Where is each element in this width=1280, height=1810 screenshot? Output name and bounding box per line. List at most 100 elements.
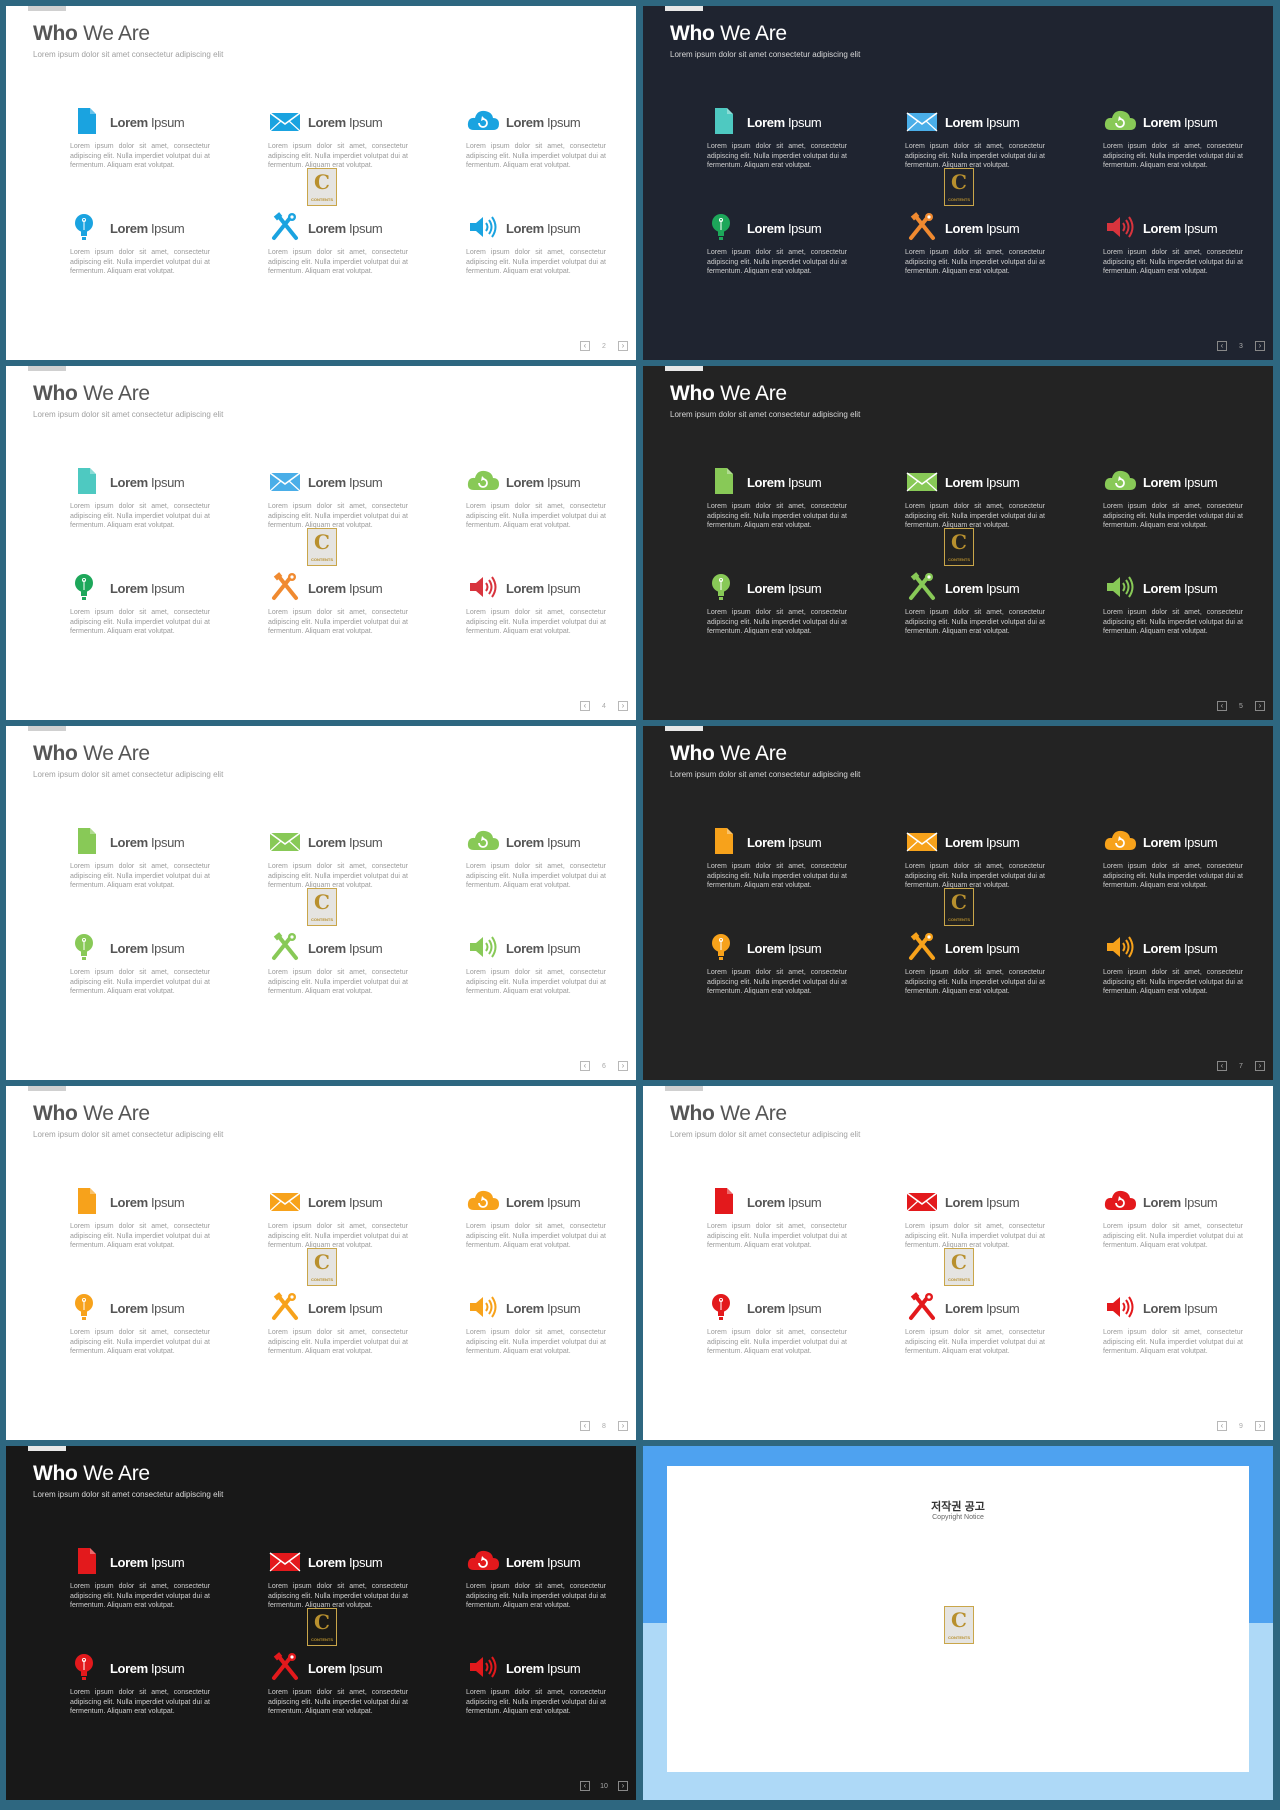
feature-item: Lorem Ipsum Lorem ipsum dolor sit amet, … (268, 1546, 418, 1636)
slide-pager: ‹ 3 › (1217, 340, 1265, 352)
feature-label: Lorem Ipsum (506, 1301, 581, 1316)
prev-page-button[interactable]: ‹ (580, 701, 590, 711)
lightbulb-icon (70, 1292, 104, 1322)
feature-label: Lorem Ipsum (506, 1661, 581, 1676)
slide-title: Who We Are (33, 382, 150, 405)
feature-label: Lorem Ipsum (945, 1301, 1020, 1316)
slide-2[interactable]: Who We Are Lorem ipsum dolor sit amet con… (6, 6, 636, 360)
next-page-button[interactable]: › (1255, 1421, 1265, 1431)
next-page-button[interactable]: › (1255, 1061, 1265, 1071)
feature-label: Lorem Ipsum (308, 115, 383, 130)
feature-label: Lorem Ipsum (506, 475, 581, 490)
lightbulb-icon (707, 212, 741, 242)
speaker-icon (466, 572, 500, 602)
slide-subtitle: Lorem ipsum dolor sit amet consectetur a… (670, 50, 861, 59)
feature-label: Lorem Ipsum (110, 835, 185, 850)
slide-subtitle: Lorem ipsum dolor sit amet consectetur a… (33, 770, 224, 779)
slide-4[interactable]: Who We Are Lorem ipsum dolor sit amet con… (6, 366, 636, 720)
prev-page-button[interactable]: ‹ (1217, 701, 1227, 711)
cloud-refresh-icon (1103, 826, 1137, 856)
copyright-title: 저작권 공고 (931, 1501, 985, 1513)
cloud-refresh-icon (466, 1186, 500, 1216)
prev-page-button[interactable]: ‹ (580, 341, 590, 351)
document-icon (70, 1546, 104, 1576)
watermark-logo: C CONTENTS (944, 1606, 974, 1644)
speaker-icon (466, 212, 500, 242)
feature-label: Lorem Ipsum (506, 221, 581, 236)
feature-label: Lorem Ipsum (506, 581, 581, 596)
page-number: 8 (602, 1422, 606, 1430)
prev-page-button[interactable]: ‹ (580, 1781, 590, 1791)
cloud-refresh-icon (466, 466, 500, 496)
feature-item: Lorem Ipsum Lorem ipsum dolor sit amet, … (905, 212, 1055, 302)
feature-label: Lorem Ipsum (945, 115, 1020, 130)
feature-label: Lorem Ipsum (110, 475, 185, 490)
feature-label: Lorem Ipsum (945, 941, 1020, 956)
slide-subtitle: Lorem ipsum dolor sit amet consectetur a… (33, 1490, 224, 1499)
page-number: 5 (1239, 702, 1243, 710)
slide-10[interactable]: Who We Are Lorem ipsum dolor sit amet con… (6, 1446, 636, 1800)
feature-label: Lorem Ipsum (110, 941, 185, 956)
feature-label: Lorem Ipsum (945, 835, 1020, 850)
slide-title: Who We Are (33, 1462, 150, 1485)
document-icon (70, 106, 104, 136)
feature-label: Lorem Ipsum (1143, 221, 1218, 236)
feature-item: Lorem Ipsum Lorem ipsum dolor sit amet, … (905, 826, 1055, 916)
next-page-button[interactable]: › (1255, 701, 1265, 711)
slide-7[interactable]: Who We Are Lorem ipsum dolor sit amet con… (643, 726, 1273, 1080)
feature-item: Lorem Ipsum Lorem ipsum dolor sit amet, … (268, 932, 418, 1022)
feature-description: Lorem ipsum dolor sit amet, consectetur … (466, 609, 606, 635)
feature-description: Lorem ipsum dolor sit amet, consectetur … (466, 863, 606, 889)
feature-item: Lorem Ipsum Lorem ipsum dolor sit amet, … (1103, 212, 1253, 302)
next-page-button[interactable]: › (618, 1061, 628, 1071)
feature-description: Lorem ipsum dolor sit amet, consectetur … (466, 1583, 606, 1609)
slide-5[interactable]: Who We Are Lorem ipsum dolor sit amet con… (643, 366, 1273, 720)
next-page-button[interactable]: › (1255, 341, 1265, 351)
speaker-icon (1103, 932, 1137, 962)
feature-description: Lorem ipsum dolor sit amet, consectetur … (1103, 863, 1243, 889)
slide-9[interactable]: Who We Are Lorem ipsum dolor sit amet con… (643, 1086, 1273, 1440)
feature-description: Lorem ipsum dolor sit amet, consectetur … (905, 503, 1045, 529)
slide-8[interactable]: Who We Are Lorem ipsum dolor sit amet con… (6, 1086, 636, 1440)
document-icon (70, 826, 104, 856)
prev-page-button[interactable]: ‹ (580, 1421, 590, 1431)
feature-item: Lorem Ipsum Lorem ipsum dolor sit amet, … (905, 466, 1055, 556)
next-page-button[interactable]: › (618, 701, 628, 711)
feature-item: Lorem Ipsum Lorem ipsum dolor sit amet, … (707, 1186, 857, 1276)
feature-item: Lorem Ipsum Lorem ipsum dolor sit amet, … (707, 106, 857, 196)
page-number: 9 (1239, 1422, 1243, 1430)
feature-item: Lorem Ipsum Lorem ipsum dolor sit amet, … (707, 572, 857, 662)
feature-description: Lorem ipsum dolor sit amet, consectetur … (905, 1329, 1045, 1355)
feature-item: Lorem Ipsum Lorem ipsum dolor sit amet, … (70, 826, 220, 916)
slide-3[interactable]: Who We Are Lorem ipsum dolor sit amet con… (643, 6, 1273, 360)
feature-label: Lorem Ipsum (747, 941, 822, 956)
feature-item: Lorem Ipsum Lorem ipsum dolor sit amet, … (466, 466, 616, 556)
lightbulb-icon (70, 572, 104, 602)
feature-description: Lorem ipsum dolor sit amet, consectetur … (707, 503, 847, 529)
feature-label: Lorem Ipsum (1143, 1195, 1218, 1210)
envelope-icon (268, 106, 302, 136)
prev-page-button[interactable]: ‹ (580, 1061, 590, 1071)
feature-label: Lorem Ipsum (308, 221, 383, 236)
feature-description: Lorem ipsum dolor sit amet, consectetur … (905, 249, 1045, 275)
copyright-slide[interactable]: 저작권 공고 Copyright Notice C CONTENTS (643, 1446, 1273, 1800)
feature-description: Lorem ipsum dolor sit amet, consectetur … (1103, 1223, 1243, 1249)
lightbulb-icon (707, 932, 741, 962)
prev-page-button[interactable]: ‹ (1217, 1421, 1227, 1431)
feature-description: Lorem ipsum dolor sit amet, consectetur … (268, 863, 408, 889)
next-page-button[interactable]: › (618, 341, 628, 351)
feature-label: Lorem Ipsum (1143, 115, 1218, 130)
prev-page-button[interactable]: ‹ (1217, 1061, 1227, 1071)
feature-item: Lorem Ipsum Lorem ipsum dolor sit amet, … (707, 466, 857, 556)
feature-description: Lorem ipsum dolor sit amet, consectetur … (905, 609, 1045, 635)
next-page-button[interactable]: › (618, 1781, 628, 1791)
page-number: 6 (602, 1062, 606, 1070)
prev-page-button[interactable]: ‹ (1217, 341, 1227, 351)
feature-description: Lorem ipsum dolor sit amet, consectetur … (707, 1223, 847, 1249)
feature-description: Lorem ipsum dolor sit amet, consectetur … (1103, 503, 1243, 529)
slide-6[interactable]: Who We Are Lorem ipsum dolor sit amet con… (6, 726, 636, 1080)
next-page-button[interactable]: › (618, 1421, 628, 1431)
feature-item: Lorem Ipsum Lorem ipsum dolor sit amet, … (466, 1292, 616, 1382)
feature-item: Lorem Ipsum Lorem ipsum dolor sit amet, … (70, 932, 220, 1022)
feature-label: Lorem Ipsum (110, 1195, 185, 1210)
